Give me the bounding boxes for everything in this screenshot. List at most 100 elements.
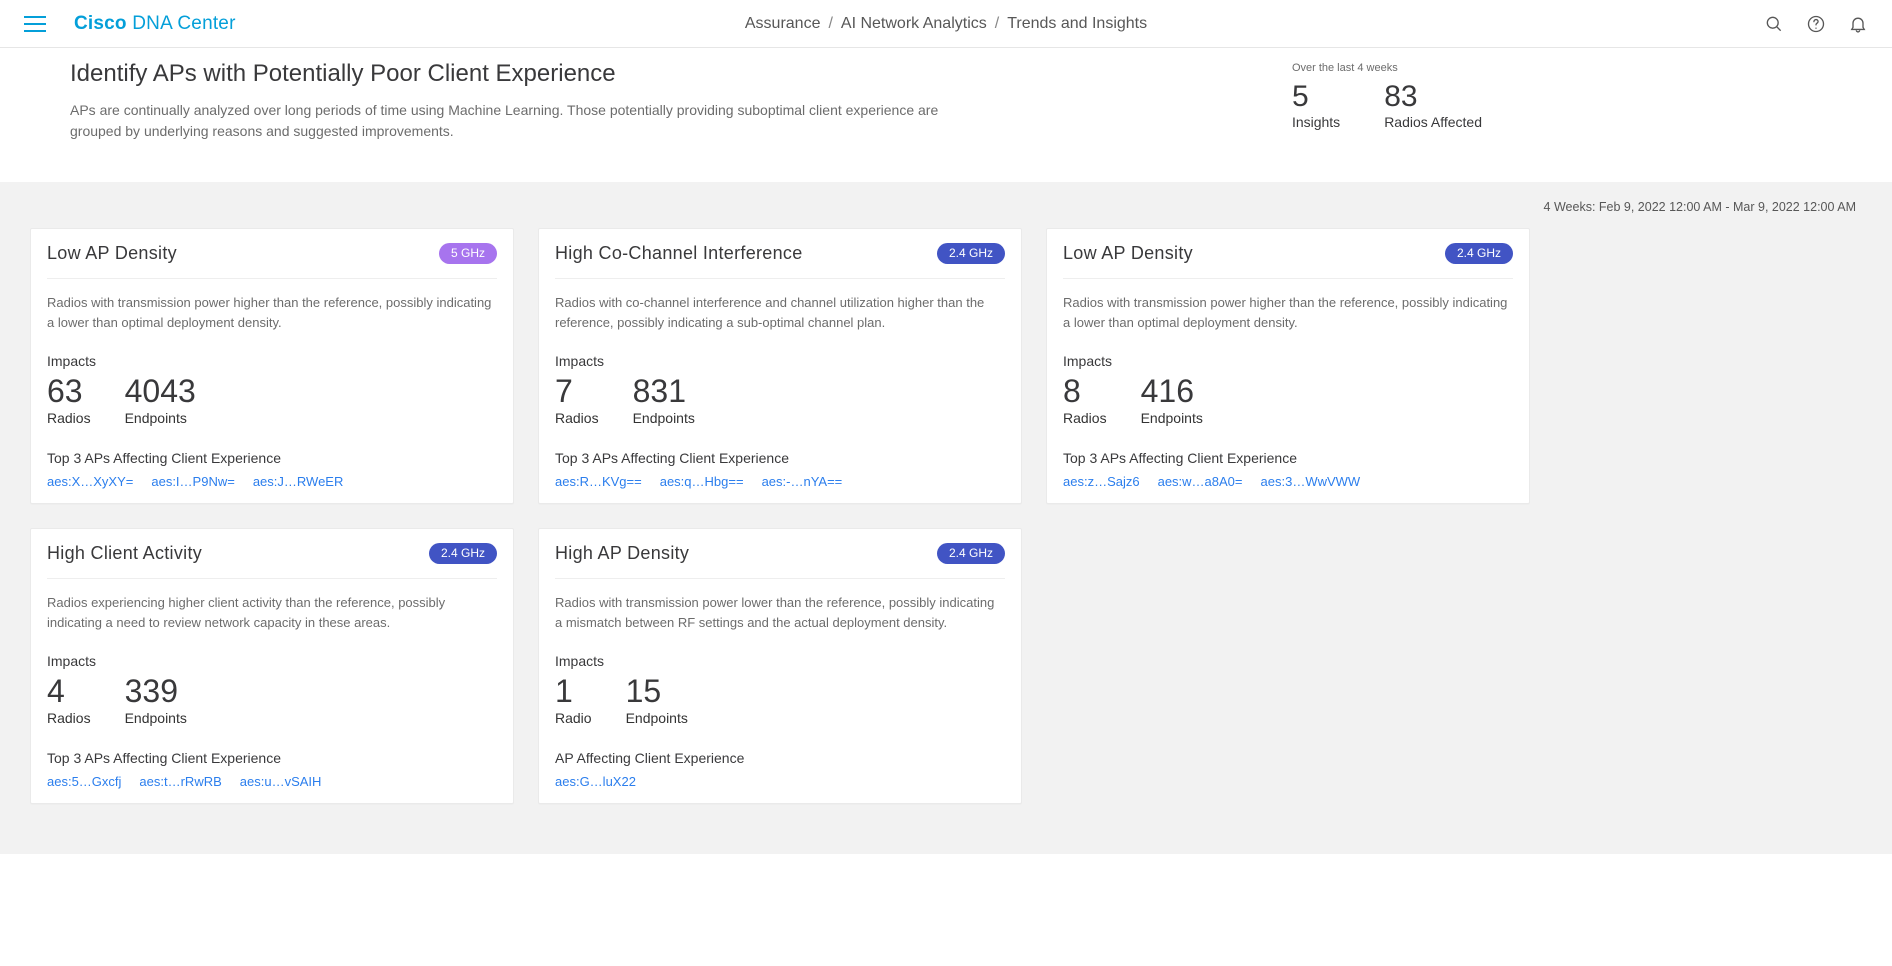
impact-label: Endpoints — [125, 410, 196, 426]
impact-value: 63 — [47, 373, 91, 410]
ap-links: aes:5…Gxcfj aes:t…rRwRB aes:u…vSAIH — [47, 774, 497, 789]
summary-caption: Over the last 4 weeks — [1292, 62, 1482, 74]
time-range-label: 4 Weeks: Feb 9, 2022 12:00 AM - Mar 9, 2… — [30, 200, 1862, 228]
top-bar: Cisco DNA Center Assurance / AI Network … — [0, 0, 1892, 48]
ap-link[interactable]: aes:w…a8A0= — [1158, 474, 1243, 489]
brand-light: DNA Center — [127, 13, 236, 34]
ap-link[interactable]: aes:u…vSAIH — [240, 774, 322, 789]
breadcrumb-item[interactable]: AI Network Analytics — [841, 15, 987, 33]
insight-card[interactable]: Low AP Density 5 GHz Radios with transmi… — [30, 228, 514, 504]
search-icon[interactable] — [1764, 14, 1784, 34]
impact-metric: 1Radio — [555, 673, 592, 726]
ap-link[interactable]: aes:q…Hbg== — [660, 474, 744, 489]
ap-link[interactable]: aes:X…XyXY= — [47, 474, 133, 489]
ap-link[interactable]: aes:G…luX22 — [555, 774, 636, 789]
band-badge: 2.4 GHz — [429, 543, 497, 564]
impacts-heading: Impacts — [555, 353, 1005, 369]
impact-label: Radios — [47, 710, 91, 726]
breadcrumb-item[interactable]: Assurance — [745, 15, 821, 33]
top-aps-heading: AP Affecting Client Experience — [555, 750, 1005, 766]
summary-value: 83 — [1384, 80, 1482, 114]
impact-metric: 416Endpoints — [1141, 373, 1203, 426]
impact-value: 4043 — [125, 373, 196, 410]
impacts-row: 63Radios 4043Endpoints — [47, 373, 497, 426]
impacts-heading: Impacts — [1063, 353, 1513, 369]
ap-link[interactable]: aes:5…Gxcfj — [47, 774, 121, 789]
card-divider — [47, 578, 497, 579]
impact-label: Radio — [555, 710, 592, 726]
page-intro: Identify APs with Potentially Poor Clien… — [0, 48, 1892, 182]
bell-icon[interactable] — [1848, 14, 1868, 34]
card-divider — [47, 278, 497, 279]
breadcrumb-item[interactable]: Trends and Insights — [1007, 15, 1147, 33]
ap-link[interactable]: aes:3…WwVWW — [1261, 474, 1361, 489]
impact-label: Endpoints — [626, 710, 688, 726]
card-description: Radios with transmission power lower tha… — [555, 593, 1005, 633]
impact-metric: 15Endpoints — [626, 673, 688, 726]
impact-value: 831 — [633, 373, 695, 410]
impact-value: 8 — [1063, 373, 1107, 410]
band-badge: 2.4 GHz — [937, 243, 1005, 264]
band-badge: 2.4 GHz — [937, 543, 1005, 564]
page-title: Identify APs with Potentially Poor Clien… — [70, 60, 970, 88]
ap-links: aes:R…KVg== aes:q…Hbg== aes:-…nYA== — [555, 474, 1005, 489]
impact-label: Endpoints — [633, 410, 695, 426]
ap-link[interactable]: aes:R…KVg== — [555, 474, 642, 489]
page-description: APs are continually analyzed over long p… — [70, 100, 970, 142]
menu-icon[interactable] — [24, 13, 46, 35]
topbar-actions — [1764, 14, 1868, 34]
impact-metric: 63Radios — [47, 373, 91, 426]
breadcrumb: Assurance / AI Network Analytics / Trend… — [745, 15, 1147, 33]
band-badge: 2.4 GHz — [1445, 243, 1513, 264]
summary-metrics: Over the last 4 weeks 5 Insights 83 Radi… — [1292, 62, 1482, 130]
brand-logo[interactable]: Cisco DNA Center — [74, 13, 236, 35]
impact-label: Radios — [555, 410, 599, 426]
impacts-heading: Impacts — [47, 353, 497, 369]
impact-value: 1 — [555, 673, 592, 710]
card-title: High Co-Channel Interference — [555, 243, 803, 264]
ap-links: aes:X…XyXY= aes:I…P9Nw= aes:J…RWeER — [47, 474, 497, 489]
band-badge: 5 GHz — [439, 243, 497, 264]
ap-links: aes:G…luX22 — [555, 774, 1005, 789]
insight-card[interactable]: High Co-Channel Interference 2.4 GHz Rad… — [538, 228, 1022, 504]
intro-text: Identify APs with Potentially Poor Clien… — [70, 58, 970, 142]
impact-metric: 4Radios — [47, 673, 91, 726]
card-divider — [555, 278, 1005, 279]
summary-value: 5 — [1292, 80, 1340, 114]
summary-label: Radios Affected — [1384, 114, 1482, 130]
impacts-row: 1Radio 15Endpoints — [555, 673, 1005, 726]
insight-cards: Low AP Density 5 GHz Radios with transmi… — [30, 228, 1862, 804]
ap-link[interactable]: aes:-…nYA== — [762, 474, 843, 489]
impact-value: 416 — [1141, 373, 1203, 410]
card-divider — [1063, 278, 1513, 279]
impact-label: Endpoints — [1141, 410, 1203, 426]
card-title: High AP Density — [555, 543, 689, 564]
top-aps-heading: Top 3 APs Affecting Client Experience — [1063, 450, 1513, 466]
card-description: Radios with transmission power higher th… — [1063, 293, 1513, 333]
ap-link[interactable]: aes:I…P9Nw= — [151, 474, 234, 489]
insight-card[interactable]: High Client Activity 2.4 GHz Radios expe… — [30, 528, 514, 804]
impact-value: 4 — [47, 673, 91, 710]
summary-metric: 5 Insights — [1292, 80, 1340, 130]
brand-bold: Cisco — [74, 13, 127, 34]
ap-link[interactable]: aes:t…rRwRB — [139, 774, 221, 789]
insight-card[interactable]: High AP Density 2.4 GHz Radios with tran… — [538, 528, 1022, 804]
impact-metric: 4043Endpoints — [125, 373, 196, 426]
impact-value: 339 — [125, 673, 187, 710]
breadcrumb-sep: / — [995, 15, 999, 33]
summary-label: Insights — [1292, 114, 1340, 130]
breadcrumb-sep: / — [828, 15, 832, 33]
ap-link[interactable]: aes:z…Sajz6 — [1063, 474, 1140, 489]
summary-metric: 83 Radios Affected — [1384, 80, 1482, 130]
impact-metric: 339Endpoints — [125, 673, 187, 726]
impact-label: Radios — [47, 410, 91, 426]
insight-card[interactable]: Low AP Density 2.4 GHz Radios with trans… — [1046, 228, 1530, 504]
help-icon[interactable] — [1806, 14, 1826, 34]
card-title: High Client Activity — [47, 543, 202, 564]
ap-link[interactable]: aes:J…RWeER — [253, 474, 344, 489]
impact-metric: 8Radios — [1063, 373, 1107, 426]
top-aps-heading: Top 3 APs Affecting Client Experience — [555, 450, 1005, 466]
impacts-row: 8Radios 416Endpoints — [1063, 373, 1513, 426]
impact-metric: 831Endpoints — [633, 373, 695, 426]
insights-panel: 4 Weeks: Feb 9, 2022 12:00 AM - Mar 9, 2… — [0, 182, 1892, 854]
